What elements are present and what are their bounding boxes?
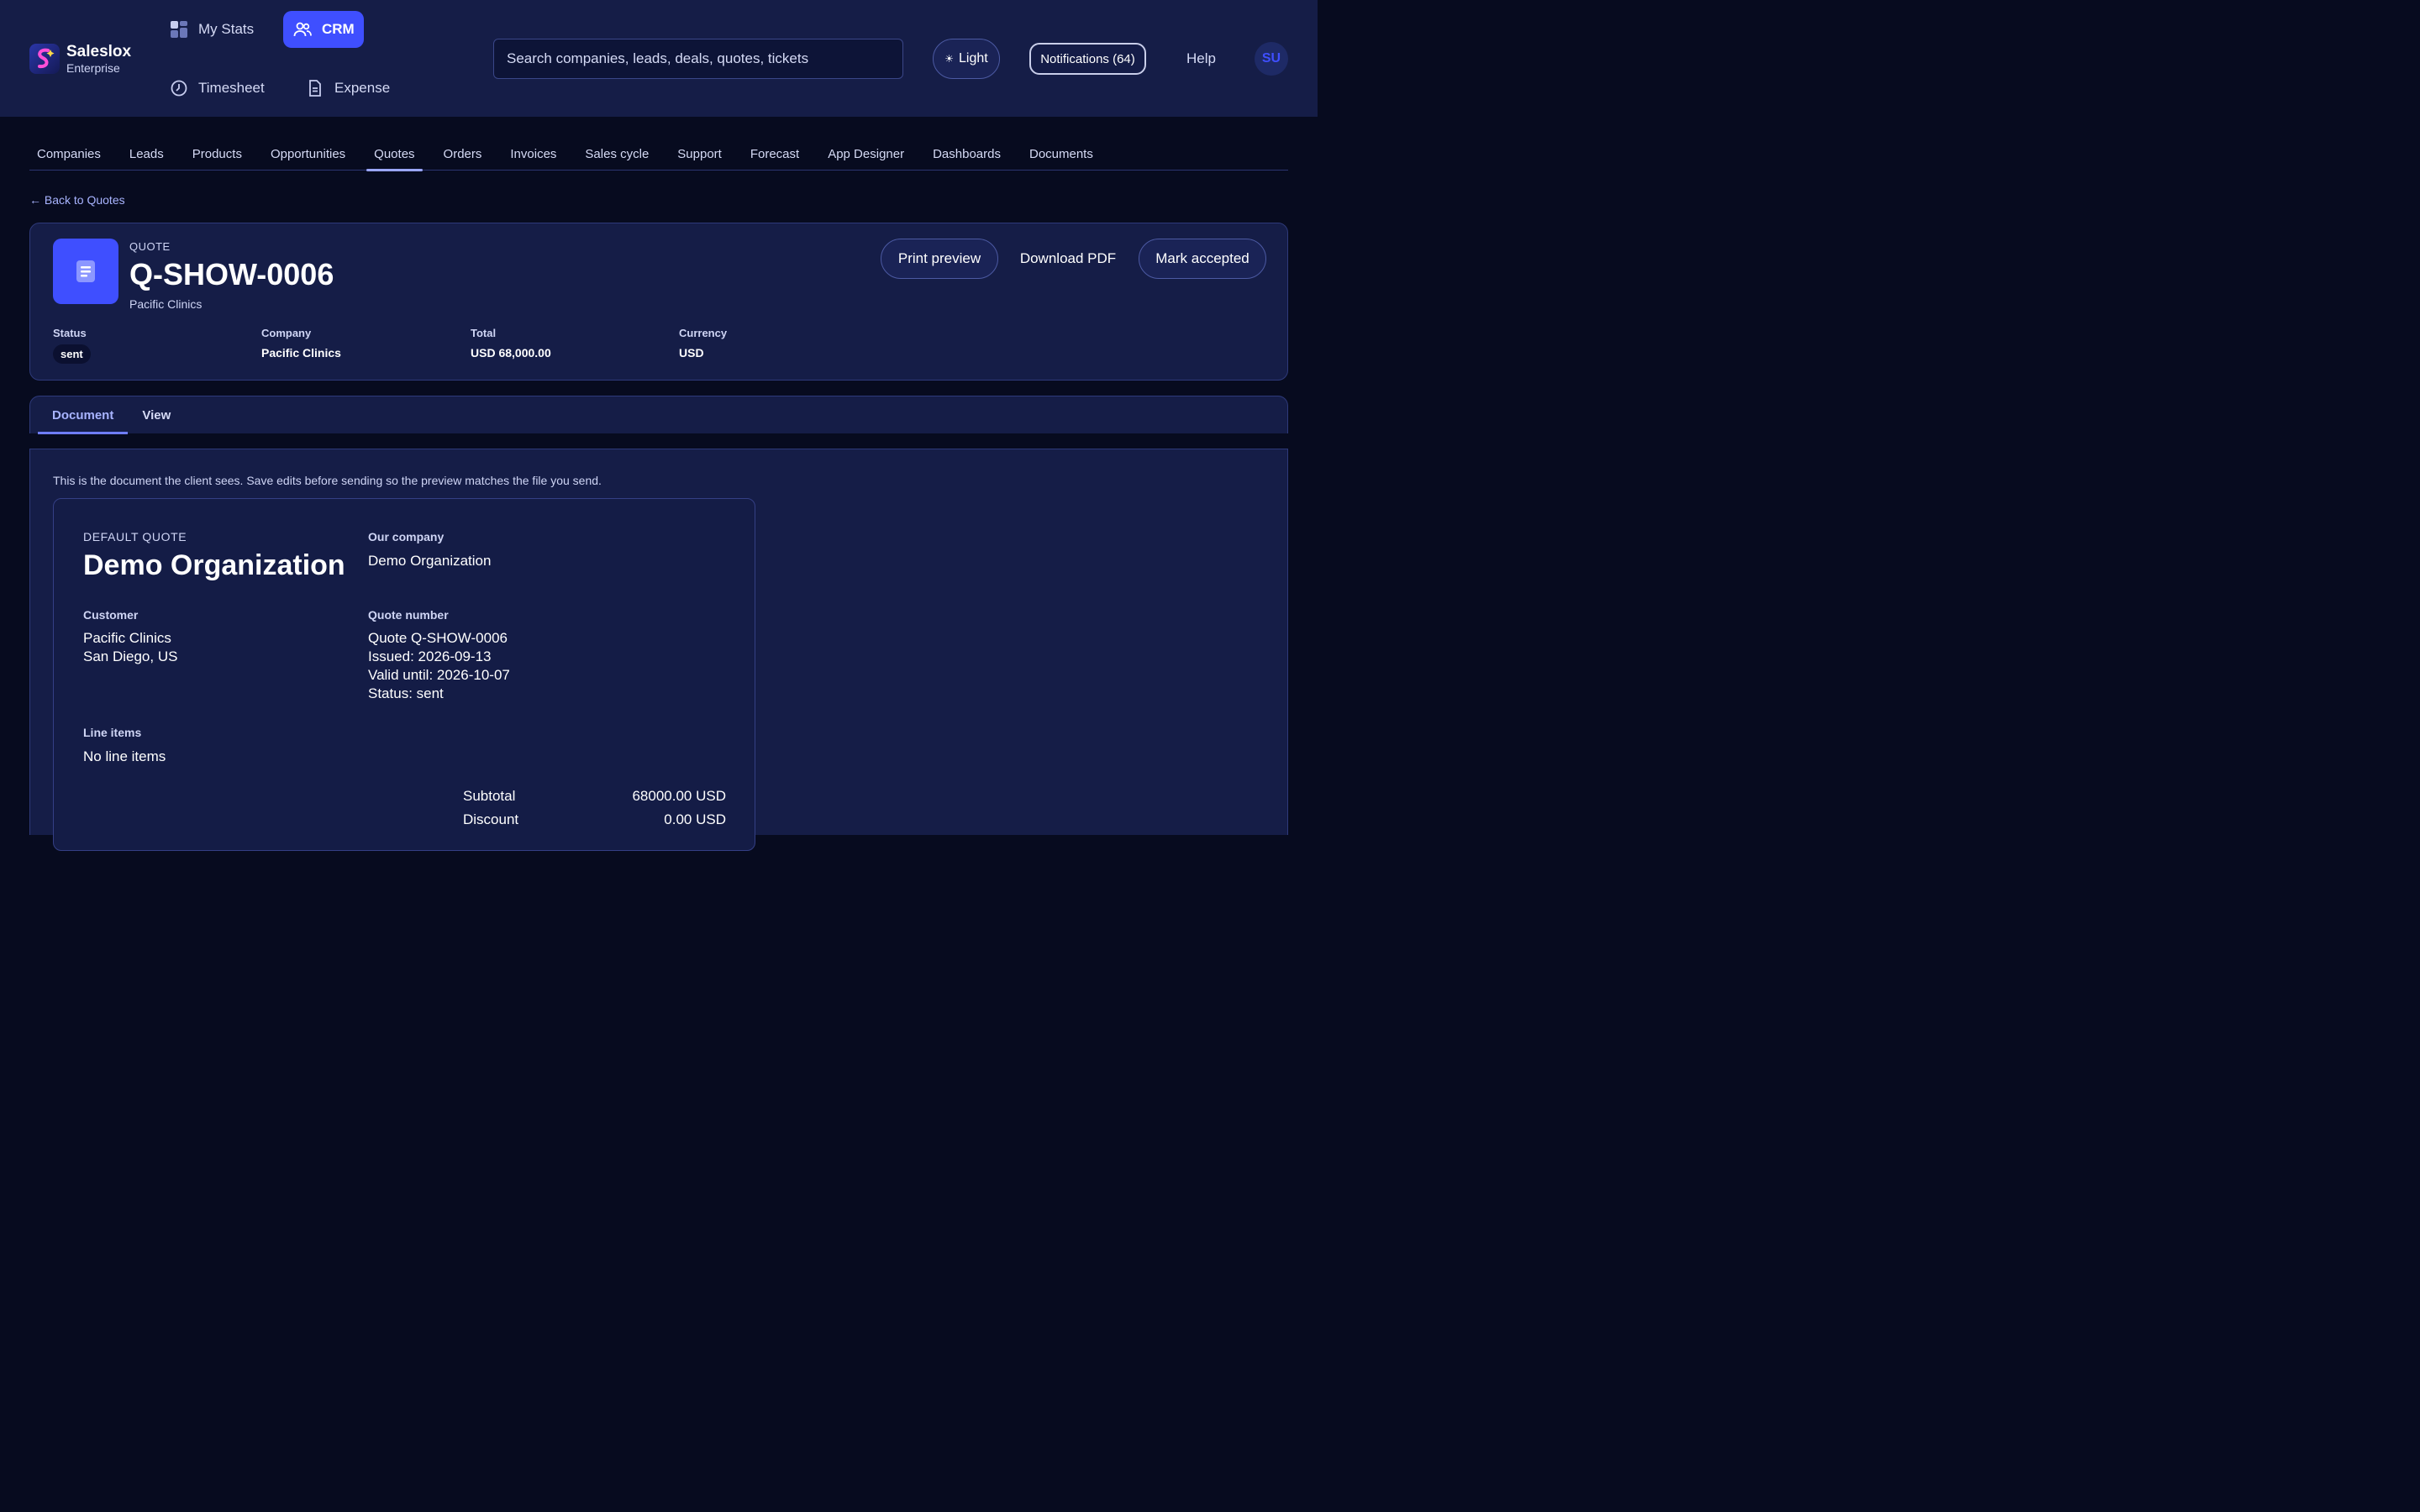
document-kicker: DEFAULT QUOTE (83, 530, 187, 543)
discount-value: 0.00 USD (664, 811, 726, 827)
app-timesheet[interactable]: Timesheet (160, 70, 275, 107)
meta-status-label: Status (53, 327, 87, 339)
brand-name: Saleslox (66, 43, 132, 60)
meta-currency: Currency USD (679, 327, 727, 360)
document-org-name: Demo Organization (83, 549, 345, 581)
app-expense-label: Expense (334, 80, 391, 96)
quote-number-line: Quote Q-SHOW-0006 (368, 630, 508, 646)
app-timesheet-label: Timesheet (198, 80, 265, 96)
clock-icon (170, 79, 188, 97)
tab-view[interactable]: View (128, 396, 185, 434)
discount-row: Discount 0.00 USD (463, 811, 726, 828)
help-link[interactable]: Help (1186, 50, 1216, 67)
nav-companies[interactable]: Companies (29, 137, 108, 171)
subtotal-row: Subtotal 68000.00 USD (463, 788, 726, 805)
nav-invoices[interactable]: Invoices (502, 137, 564, 171)
discount-label: Discount (463, 811, 519, 827)
quote-tabs: Document View (29, 396, 1288, 434)
quote-valid-until: Valid until: 2026-10-07 (368, 667, 510, 683)
meta-currency-label: Currency (679, 327, 728, 339)
quote-number-title: Q-SHOW-0006 (129, 257, 334, 291)
customer-label: Customer (83, 608, 139, 622)
document-icon (306, 79, 324, 97)
status-badge: sent (53, 344, 91, 364)
subtotal-value: 68000.00 USD (632, 788, 726, 804)
meta-company: Company Pacific Clinics (261, 327, 341, 360)
nav-dashboards[interactable]: Dashboards (925, 137, 1008, 171)
meta-status: Status sent (53, 327, 91, 364)
meta-company-value: Pacific Clinics (261, 346, 341, 360)
quote-number-label: Quote number (368, 608, 449, 622)
our-company-value: Demo Organization (368, 553, 492, 569)
mark-accepted-button[interactable]: Mark accepted (1139, 239, 1266, 279)
nav-support[interactable]: Support (670, 137, 729, 171)
users-icon (293, 20, 312, 39)
global-search[interactable] (493, 39, 903, 79)
our-company-label: Our company (368, 530, 445, 543)
nav-forecast[interactable]: Forecast (743, 137, 807, 171)
nav-opportunities[interactable]: Opportunities (263, 137, 353, 171)
brand-logo-icon (29, 44, 60, 74)
top-header: Saleslox Enterprise My Stats CRM Timeshe… (0, 0, 1318, 117)
document-hint: This is the document the client sees. Sa… (53, 474, 602, 487)
app-crm[interactable]: CRM (283, 11, 364, 48)
nav-app-designer[interactable]: App Designer (820, 137, 912, 171)
meta-total-label: Total (471, 327, 497, 339)
meta-total: Total USD 68,000.00 (471, 327, 551, 360)
subtotal-label: Subtotal (463, 788, 516, 804)
app-crm-label: CRM (322, 21, 355, 37)
quote-company-subtitle: Pacific Clinics (129, 297, 203, 311)
brand-tier: Enterprise (66, 61, 120, 75)
quote-document-preview: DEFAULT QUOTE Demo Organization Our comp… (53, 498, 755, 851)
nav-products[interactable]: Products (185, 137, 250, 171)
dashboard-grid-icon (170, 20, 188, 39)
app-my-stats-label: My Stats (198, 21, 255, 37)
print-preview-button[interactable]: Print preview (881, 239, 998, 279)
customer-name: Pacific Clinics (83, 630, 171, 646)
line-items-label: Line items (83, 726, 142, 739)
search-input[interactable] (507, 50, 890, 67)
quote-status: Status: sent (368, 685, 444, 701)
quote-issued: Issued: 2026-09-13 (368, 648, 492, 664)
theme-toggle-label: Light (959, 51, 988, 66)
meta-company-label: Company (261, 327, 312, 339)
sun-icon: ☀ (944, 53, 955, 65)
back-to-quotes-link[interactable]: ← Back to Quotes (29, 193, 125, 207)
nav-quotes[interactable]: Quotes (366, 137, 423, 171)
line-items-empty: No line items (83, 748, 166, 764)
document-panel: This is the document the client sees. Sa… (29, 449, 1288, 851)
theme-toggle-button[interactable]: ☀ Light (933, 39, 1000, 79)
user-avatar[interactable]: SU (1255, 42, 1288, 76)
quote-header-card: QUOTE Q-SHOW-0006 Pacific Clinics Print … (29, 223, 1288, 381)
brand[interactable]: Saleslox Enterprise (29, 44, 131, 74)
download-pdf-button[interactable]: Download PDF (1008, 239, 1128, 279)
nav-leads[interactable]: Leads (122, 137, 171, 171)
app-my-stats[interactable]: My Stats (160, 11, 264, 48)
meta-total-value: USD 68,000.00 (471, 346, 551, 360)
quote-kind-label: QUOTE (129, 240, 171, 253)
quote-document-icon (53, 239, 118, 304)
meta-currency-value: USD (679, 346, 704, 360)
module-nav: Companies Leads Products Opportunities Q… (29, 137, 1288, 171)
customer-location: San Diego, US (83, 648, 178, 664)
tab-document[interactable]: Document (38, 396, 129, 434)
nav-orders[interactable]: Orders (436, 137, 490, 171)
nav-sales-cycle[interactable]: Sales cycle (577, 137, 656, 171)
nav-documents[interactable]: Documents (1022, 137, 1101, 171)
notifications-button[interactable]: Notifications (64) (1029, 43, 1146, 75)
app-expense[interactable]: Expense (296, 70, 400, 107)
